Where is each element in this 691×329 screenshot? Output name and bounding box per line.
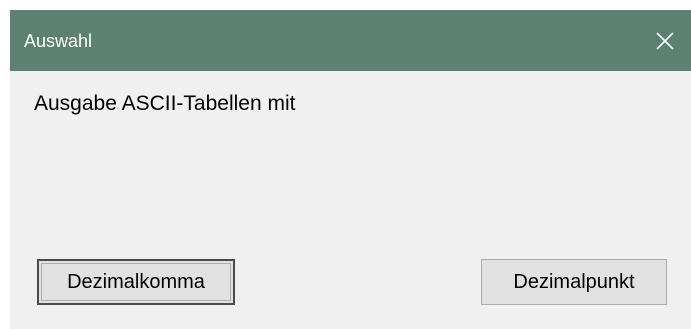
title-bar[interactable]: Auswahl	[10, 10, 691, 71]
close-icon	[656, 32, 674, 50]
close-button[interactable]	[645, 10, 691, 71]
decimal-comma-button[interactable]: Dezimalkomma	[37, 259, 235, 305]
decimal-comma-label: Dezimalkomma	[67, 270, 205, 293]
decimal-point-button[interactable]: Dezimalpunkt	[481, 259, 667, 305]
decimal-point-label: Dezimalpunkt	[513, 270, 635, 293]
dialog-message: Ausgabe ASCII-Tabellen mit	[34, 92, 296, 115]
window-title: Auswahl	[24, 31, 93, 51]
dialog-window: Auswahl Ausgabe ASCII-Tabellen mit Dezim…	[10, 10, 691, 329]
